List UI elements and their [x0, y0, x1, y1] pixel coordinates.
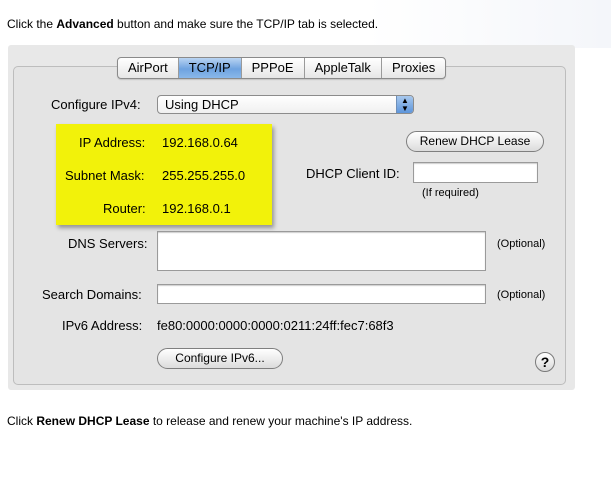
instruction-text: to release and renew your machine's IP a…: [149, 414, 413, 428]
select-stepper-icon: ▲ ▼: [396, 96, 413, 113]
ipv6-address-value: fe80:0000:0000:0000:0211:24ff:fec7:68f3: [157, 318, 394, 333]
help-icon[interactable]: ?: [535, 352, 555, 372]
router-value: 192.168.0.1: [162, 201, 231, 216]
router-label: Router:: [103, 201, 146, 216]
tab-appletalk[interactable]: AppleTalk: [305, 58, 382, 78]
instruction-bold: Advanced: [56, 17, 114, 31]
configure-ipv4-value: Using DHCP: [165, 97, 239, 112]
tab-pppoe[interactable]: PPPoE: [242, 58, 305, 78]
top-instruction: Click the Advanced button and make sure …: [7, 17, 378, 31]
dhcp-client-id-label: DHCP Client ID:: [306, 166, 400, 181]
search-domains-field[interactable]: [157, 284, 486, 304]
dhcp-client-id-note: (If required): [422, 187, 479, 199]
tab-proxies[interactable]: Proxies: [382, 58, 445, 78]
dns-servers-note: (Optional): [497, 238, 546, 250]
tab-bar: AirPort TCP/IP PPPoE AppleTalk Proxies: [117, 57, 447, 79]
tab-airport[interactable]: AirPort: [118, 58, 179, 78]
dns-servers-label: DNS Servers:: [68, 236, 148, 251]
ipv6-address-label: IPv6 Address:: [62, 318, 143, 333]
instruction-bold: Renew DHCP Lease: [36, 414, 150, 428]
configure-ipv4-label: Configure IPv4:: [51, 97, 141, 112]
ip-address-label: IP Address:: [79, 135, 146, 150]
instruction-text: Click: [7, 414, 37, 428]
instruction-text: Click the: [7, 17, 57, 31]
bottom-instruction: Click Renew DHCP Lease to release and re…: [7, 414, 412, 428]
subnet-mask-label: Subnet Mask:: [65, 168, 145, 183]
configure-ipv6-button[interactable]: Configure IPv6...: [157, 348, 283, 369]
tab-tcpip[interactable]: TCP/IP: [178, 58, 242, 78]
search-domains-label: Search Domains:: [42, 287, 142, 302]
configure-ipv4-select[interactable]: Using DHCP ▲ ▼: [157, 95, 414, 114]
subnet-mask-value: 255.255.255.0: [162, 168, 246, 183]
search-domains-note: (Optional): [497, 289, 546, 301]
renew-dhcp-lease-button[interactable]: Renew DHCP Lease: [406, 131, 544, 152]
dns-servers-field[interactable]: [157, 231, 486, 271]
ip-address-value: 192.168.0.64: [162, 135, 238, 150]
instruction-text: button and make sure the TCP/IP tab is s…: [113, 17, 379, 31]
dhcp-client-id-field[interactable]: [413, 162, 538, 183]
